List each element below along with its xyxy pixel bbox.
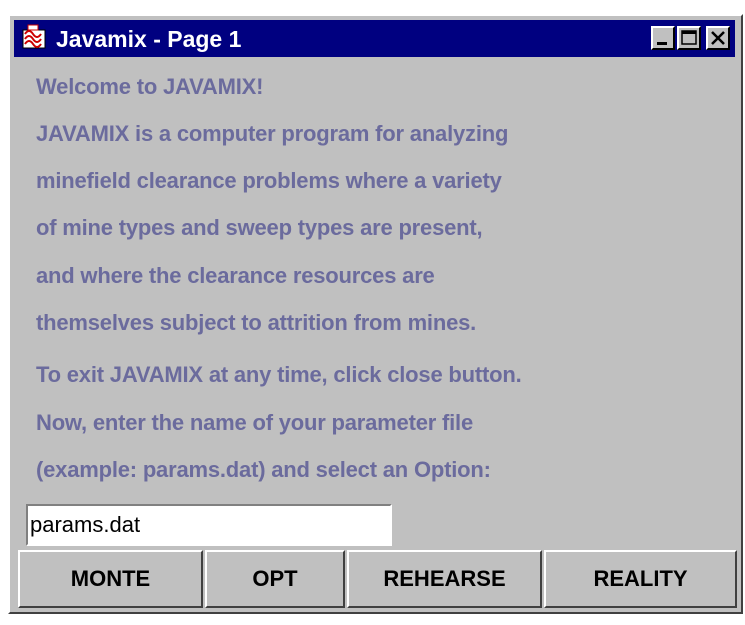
rehearse-button[interactable]: REHEARSE xyxy=(347,550,542,608)
minimize-button[interactable] xyxy=(651,26,675,50)
description-line-5: themselves subject to attrition from min… xyxy=(36,310,477,335)
param-instruction-line-1: Now, enter the name of your parameter fi… xyxy=(36,410,474,435)
maximize-icon xyxy=(681,30,697,45)
param-instruction-line-2: (example: params.dat) and select an Opti… xyxy=(36,457,491,482)
close-button[interactable] xyxy=(706,26,730,50)
title-bar[interactable]: Javamix - Page 1 xyxy=(14,20,735,57)
description-line-1: JAVAMIX is a computer program for analyz… xyxy=(36,121,509,146)
description-line-4: and where the clearance resources are xyxy=(36,263,435,288)
opt-button[interactable]: OPT xyxy=(205,550,345,608)
close-icon xyxy=(711,31,725,45)
minimize-icon xyxy=(657,42,667,45)
window-title: Javamix - Page 1 xyxy=(56,26,242,52)
exit-instruction: To exit JAVAMIX at any time, click close… xyxy=(36,362,522,387)
javamix-window: Javamix - Page 1 Welcome to JAVAMIX! JAV… xyxy=(8,14,743,614)
description-line-3: of mine types and sweep types are presen… xyxy=(36,215,483,240)
javamix-app-icon[interactable] xyxy=(20,24,50,52)
monte-button[interactable]: MONTE xyxy=(18,550,203,608)
maximize-button[interactable] xyxy=(677,26,701,50)
reality-button[interactable]: REALITY xyxy=(544,550,737,608)
parameter-file-input[interactable] xyxy=(26,504,392,546)
welcome-heading: Welcome to JAVAMIX! xyxy=(36,74,264,99)
description-line-2: minefield clearance problems where a var… xyxy=(36,168,502,193)
